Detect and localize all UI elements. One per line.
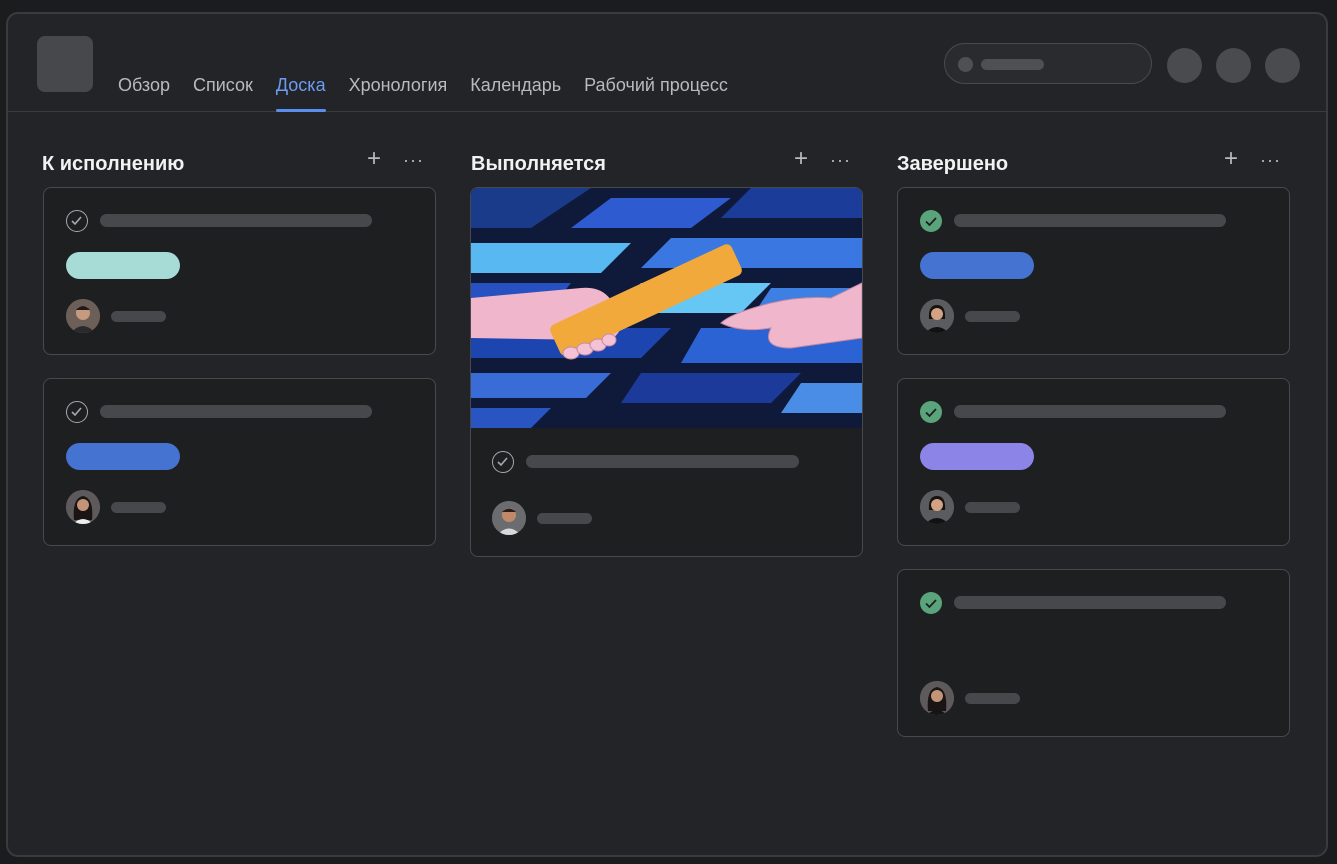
tab-overview[interactable]: Обзор bbox=[118, 75, 170, 112]
tag-pill[interactable] bbox=[66, 252, 180, 279]
check-icon[interactable] bbox=[492, 451, 514, 473]
tab-workflow[interactable]: Рабочий процесс bbox=[584, 75, 728, 112]
assignee-avatar bbox=[920, 299, 954, 333]
task-title-placeholder bbox=[100, 214, 372, 227]
assignee-avatar bbox=[66, 490, 100, 524]
assignee-avatar bbox=[492, 501, 526, 535]
assignee-name-placeholder bbox=[965, 502, 1020, 513]
search-icon bbox=[958, 57, 973, 72]
task-title-placeholder bbox=[526, 455, 799, 468]
task-card[interactable] bbox=[43, 187, 436, 355]
cover-image bbox=[471, 188, 862, 428]
top-bar: Обзор Список Доска Хронология Календарь … bbox=[8, 14, 1326, 112]
assignee-avatar bbox=[920, 490, 954, 524]
more-options-icon[interactable]: ··· bbox=[830, 151, 851, 169]
task-card-with-cover[interactable] bbox=[470, 187, 863, 557]
add-task-icon[interactable]: + bbox=[1224, 147, 1238, 171]
search-placeholder bbox=[981, 59, 1044, 70]
check-icon[interactable] bbox=[66, 210, 88, 232]
column-title-in-progress: Выполняется bbox=[471, 153, 606, 175]
assignee-name-placeholder bbox=[965, 693, 1020, 704]
assignee-avatar bbox=[66, 299, 100, 333]
search-input[interactable] bbox=[944, 43, 1152, 84]
tag-pill[interactable] bbox=[920, 252, 1034, 279]
completed-check-icon[interactable] bbox=[920, 592, 942, 614]
assignee-avatar bbox=[920, 681, 954, 715]
add-task-icon[interactable]: + bbox=[367, 147, 381, 171]
more-options-icon[interactable]: ··· bbox=[403, 151, 424, 169]
completed-check-icon[interactable] bbox=[920, 210, 942, 232]
action-button-1[interactable] bbox=[1167, 48, 1202, 83]
tab-calendar[interactable]: Календарь bbox=[470, 75, 561, 112]
completed-check-icon[interactable] bbox=[920, 401, 942, 423]
tab-board[interactable]: Доска bbox=[275, 75, 326, 112]
tab-timeline[interactable]: Хронология bbox=[349, 75, 448, 112]
user-avatar-button[interactable] bbox=[1265, 48, 1300, 83]
task-card[interactable] bbox=[897, 378, 1290, 546]
column-title-done: Завершено bbox=[897, 153, 1009, 175]
assignee-name-placeholder bbox=[111, 502, 166, 513]
view-tabs: Обзор Список Доска Хронология Календарь … bbox=[118, 75, 751, 112]
column-title-todo: К исполнению bbox=[42, 153, 185, 175]
project-icon[interactable] bbox=[37, 36, 93, 92]
action-button-2[interactable] bbox=[1216, 48, 1251, 83]
add-task-icon[interactable]: + bbox=[794, 147, 808, 171]
task-card[interactable] bbox=[43, 378, 436, 546]
task-title-placeholder bbox=[954, 405, 1226, 418]
app-window: Обзор Список Доска Хронология Календарь … bbox=[6, 12, 1328, 857]
assignee-name-placeholder bbox=[111, 311, 166, 322]
tag-pill[interactable] bbox=[66, 443, 180, 470]
task-title-placeholder bbox=[100, 405, 372, 418]
tab-list[interactable]: Список bbox=[193, 75, 253, 112]
tag-pill[interactable] bbox=[920, 443, 1034, 470]
more-options-icon[interactable]: ··· bbox=[1260, 151, 1281, 169]
assignee-name-placeholder bbox=[537, 513, 592, 524]
task-card[interactable] bbox=[897, 187, 1290, 355]
task-card[interactable] bbox=[897, 569, 1290, 737]
task-title-placeholder bbox=[954, 214, 1226, 227]
check-icon[interactable] bbox=[66, 401, 88, 423]
task-title-placeholder bbox=[954, 596, 1226, 609]
assignee-name-placeholder bbox=[965, 311, 1020, 322]
